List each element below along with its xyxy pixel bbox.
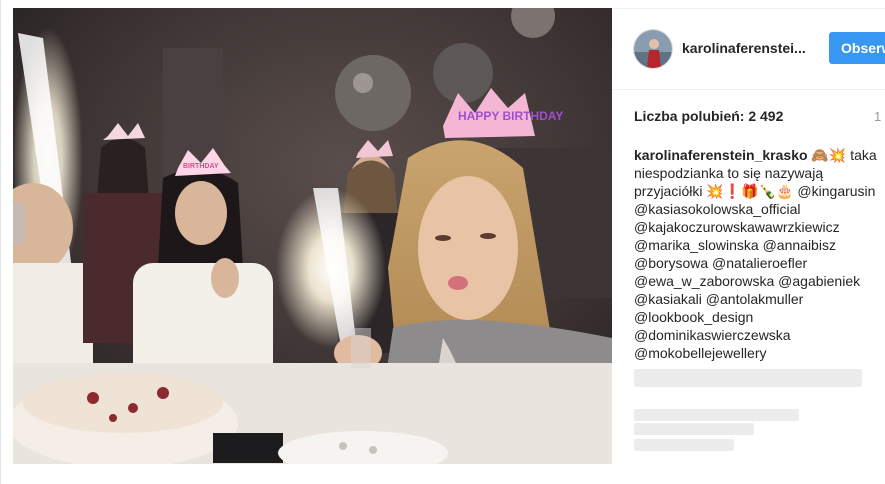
post-header: karolinaferenstei... Obserwuj — [612, 9, 885, 90]
post-info-panel: karolinaferenstei... Obserwuj Liczba pol… — [612, 8, 885, 464]
post-caption: karolinaferenstein_krasko 🙈💥 taka niespo… — [634, 146, 882, 362]
mention-link[interactable]: @marika_slowinska @annaibisz — [634, 236, 882, 254]
mention-link[interactable]: @ewa_w_zaborowska @agabieniek — [634, 272, 882, 290]
mention-link[interactable]: @borysowa @natalieroefler — [634, 254, 882, 272]
blurred-comment — [634, 369, 862, 387]
likes-count[interactable]: Liczba polubień: 2 492 — [634, 108, 783, 124]
caption-author[interactable]: karolinaferenstein_krasko — [634, 147, 808, 163]
blurred-comment — [634, 409, 799, 421]
mention-link[interactable]: @kajakoczurowskawawrzkiewicz — [634, 218, 882, 236]
caption-emoji-2: 💥❗🎁🍾🎂 — [706, 183, 794, 199]
mention-link[interactable]: @lookbook_design — [634, 308, 882, 326]
crown-text: HAPPY BIRTHDAY — [458, 109, 563, 123]
mention-link[interactable]: @dominikaswierczewska — [634, 326, 882, 344]
follow-button[interactable]: Obserwuj — [829, 32, 885, 64]
birthday-party-photo: BIRTHDAY HAPPY BIRTHDAY — [13, 8, 612, 464]
svg-text:BIRTHDAY: BIRTHDAY — [183, 163, 219, 170]
caption-emoji-1: 🙈💥 — [811, 147, 847, 163]
mention-link[interactable]: @kingarusin — [797, 183, 875, 199]
mention-link[interactable]: @mokobellejewellery — [634, 344, 882, 362]
mention-link[interactable]: @kasiasokolowska_official — [634, 200, 882, 218]
post-photo[interactable]: BIRTHDAY HAPPY BIRTHDAY — [13, 8, 612, 464]
avatar[interactable] — [633, 29, 673, 69]
blurred-comment — [634, 439, 734, 451]
post-date[interactable]: 1 — [874, 109, 881, 124]
blurred-comment — [634, 423, 754, 435]
avatar-image — [634, 30, 672, 68]
username-link[interactable]: karolinaferenstei... — [682, 40, 806, 56]
mention-link[interactable]: @kasiakali @antolakmuller — [634, 290, 882, 308]
